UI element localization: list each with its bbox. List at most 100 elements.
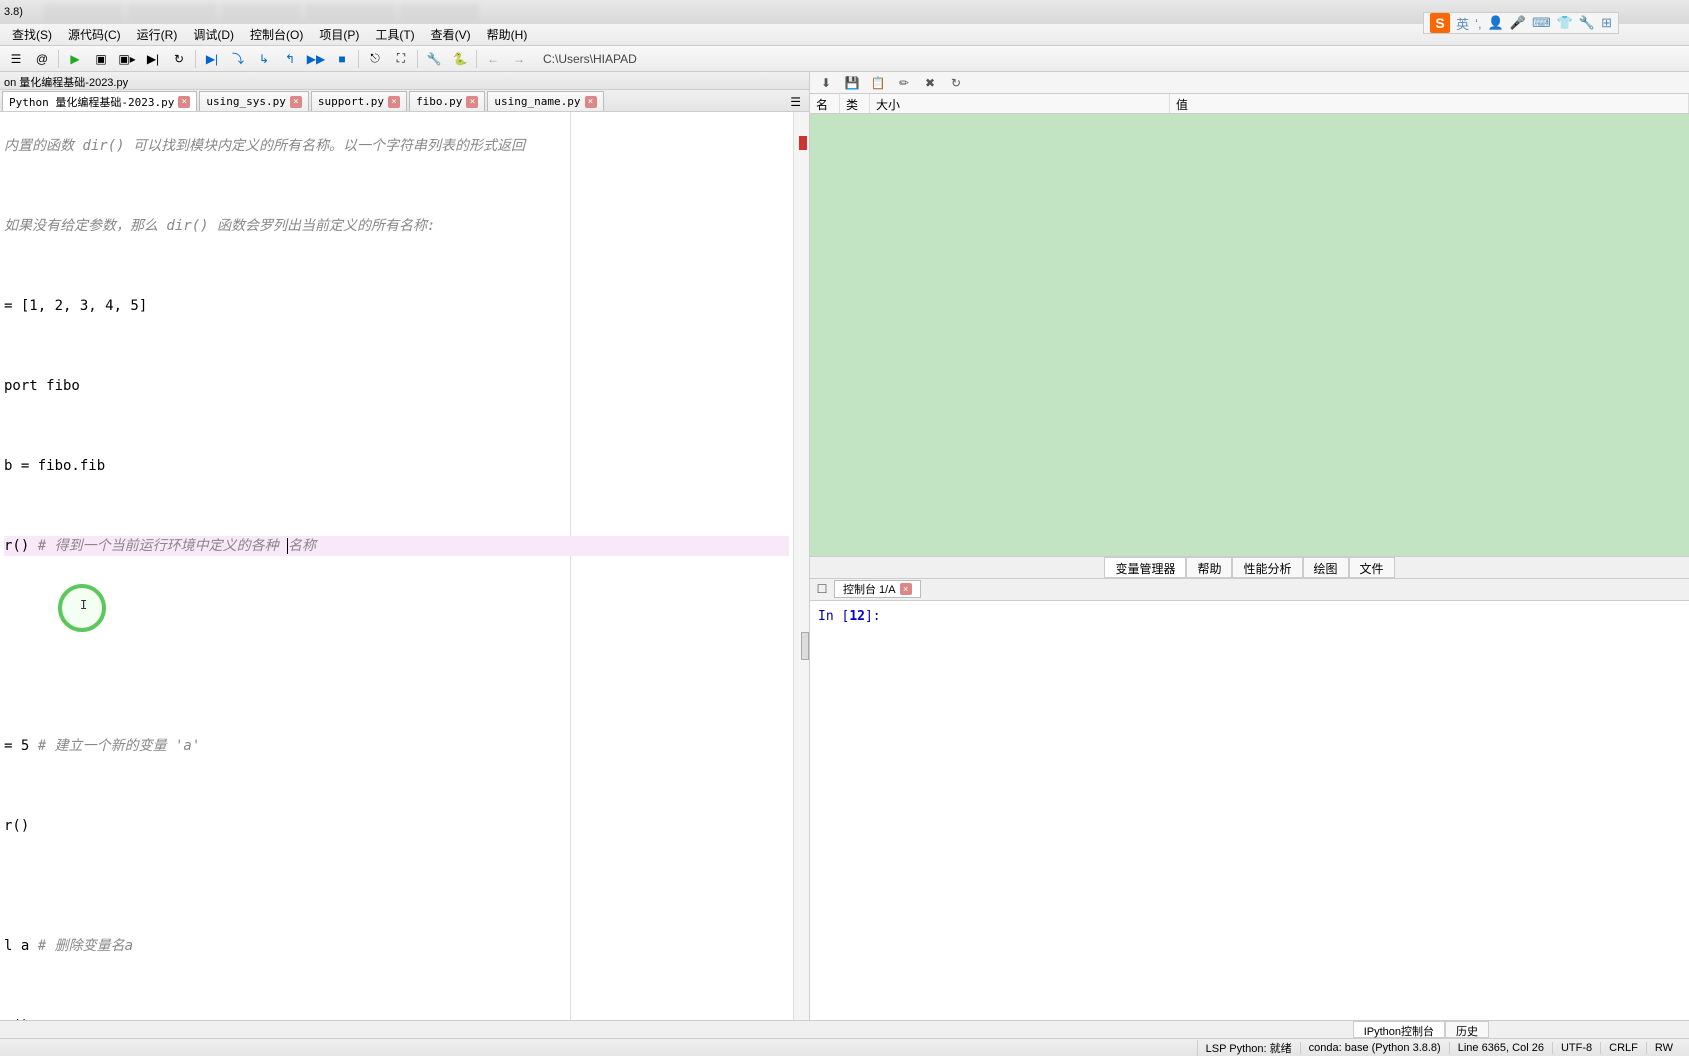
- ime-panel[interactable]: S 英 ‘, 👤 🎤 ⌨ 👕 🔧 ⊞: [1423, 12, 1619, 34]
- code-editor[interactable]: 内置的函数 dir() 可以找到模块内定义的所有名称。以一个字符串列表的形式返回…: [0, 112, 809, 1020]
- variable-header: 名称 类型 大小 值: [810, 94, 1689, 114]
- menu-tools[interactable]: 工具(T): [367, 24, 422, 45]
- menu-run[interactable]: 运行(R): [129, 24, 186, 45]
- console-menu-icon[interactable]: ☐: [814, 581, 830, 597]
- run-cell-button[interactable]: ▣: [89, 48, 113, 70]
- forward-button[interactable]: →: [507, 48, 531, 70]
- ime-lang[interactable]: 英: [1456, 14, 1469, 33]
- console-output[interactable]: In [12]:: [810, 601, 1689, 1021]
- erase-icon[interactable]: ✏: [896, 75, 912, 91]
- ime-user-icon[interactable]: 👤: [1488, 15, 1504, 31]
- ime-grid-icon[interactable]: ⊞: [1601, 15, 1612, 31]
- remove-icon[interactable]: ✖: [922, 75, 938, 91]
- error-marker[interactable]: [799, 136, 807, 150]
- editor-tabs: Python 量化编程基础-2023.py × using_sys.py × s…: [0, 90, 809, 112]
- debug-button[interactable]: ▶|: [200, 48, 224, 70]
- stop-button[interactable]: ■: [330, 48, 354, 70]
- menu-view[interactable]: 查看(V): [423, 24, 479, 45]
- tab-fibo[interactable]: fibo.py ×: [409, 91, 485, 111]
- status-encoding[interactable]: UTF-8: [1552, 1042, 1600, 1054]
- tab-plots[interactable]: 绘图: [1303, 557, 1349, 578]
- step-into-button[interactable]: ↳: [252, 48, 276, 70]
- ime-punct[interactable]: ‘,: [1475, 16, 1482, 31]
- code-text: r(): [4, 1018, 29, 1020]
- continue-button[interactable]: ▶▶: [304, 48, 328, 70]
- save-icon[interactable]: 💾: [844, 75, 860, 91]
- tab-main-file[interactable]: Python 量化编程基础-2023.py ×: [2, 91, 197, 111]
- import-icon[interactable]: ⬇: [818, 75, 834, 91]
- statusbar: LSP Python: 就绪 conda: base (Python 3.8.8…: [0, 1038, 1689, 1056]
- menu-source[interactable]: 源代码(C): [60, 24, 129, 45]
- menu-project[interactable]: 项目(P): [311, 24, 367, 45]
- close-icon[interactable]: ×: [466, 96, 478, 108]
- run-selection-button[interactable]: ▶|: [141, 48, 165, 70]
- ime-skin-icon[interactable]: 👕: [1557, 15, 1573, 31]
- var-col-size[interactable]: 大小: [870, 94, 1170, 113]
- status-lsp[interactable]: LSP Python: 就绪: [1197, 1040, 1300, 1056]
- menu-find[interactable]: 查找(S): [4, 24, 60, 45]
- run-button[interactable]: ▶: [63, 48, 87, 70]
- editor-options-icon[interactable]: ☰: [784, 93, 807, 111]
- code-text: port fibo: [4, 378, 80, 394]
- tool-outline-icon[interactable]: ☰: [4, 48, 28, 70]
- step-over-button[interactable]: ⤵: [226, 48, 250, 70]
- var-col-value[interactable]: 值: [1170, 94, 1689, 113]
- tool-at-icon[interactable]: @: [30, 48, 54, 70]
- editor-pane: on 量化编程基础-2023.py Python 量化编程基础-2023.py …: [0, 72, 810, 1020]
- right-pane-tabs: 变量管理器 帮助 性能分析 绘图 文件: [810, 556, 1689, 578]
- bottom-tabs: IPython控制台 历史: [0, 1020, 1689, 1038]
- tool-exit-icon[interactable]: ⎋: [363, 48, 387, 70]
- python-path-button[interactable]: 🐍: [448, 48, 472, 70]
- status-eol[interactable]: CRLF: [1600, 1042, 1646, 1054]
- menu-help[interactable]: 帮助(H): [479, 24, 536, 45]
- status-position[interactable]: Line 6365, Col 26: [1449, 1042, 1552, 1054]
- step-out-button[interactable]: ↰: [278, 48, 302, 70]
- refresh-icon[interactable]: ↻: [948, 75, 964, 91]
- rerun-button[interactable]: ↻: [167, 48, 191, 70]
- back-button[interactable]: ←: [481, 48, 505, 70]
- close-icon[interactable]: ×: [900, 583, 912, 595]
- sogou-icon[interactable]: S: [1430, 13, 1450, 33]
- main-area: on 量化编程基础-2023.py Python 量化编程基础-2023.py …: [0, 72, 1689, 1020]
- title-version: 3.8): [4, 6, 23, 18]
- console-pane: ☐ 控制台 1/A × In [12]:: [810, 578, 1689, 1021]
- right-pane: ⬇ 💾 📋 ✏ ✖ ↻ 名称 类型 大小 值 变量管理器 帮助 性能分析 绘图 …: [810, 72, 1689, 1020]
- close-icon[interactable]: ×: [388, 96, 400, 108]
- var-col-name[interactable]: 名称: [810, 94, 840, 113]
- code-comment: # 删除变量名a: [38, 938, 133, 954]
- status-conda[interactable]: conda: base (Python 3.8.8): [1300, 1042, 1449, 1054]
- var-col-type[interactable]: 类型: [840, 94, 870, 113]
- code-text: = 5: [4, 738, 38, 754]
- tab-variable-explorer[interactable]: 变量管理器: [1104, 557, 1186, 578]
- preferences-button[interactable]: 🔧: [422, 48, 446, 70]
- status-rw[interactable]: RW: [1646, 1042, 1681, 1054]
- close-icon[interactable]: ×: [290, 96, 302, 108]
- ime-keyboard-icon[interactable]: ⌨: [1532, 15, 1551, 31]
- splitter-handle[interactable]: [801, 632, 809, 660]
- menu-console[interactable]: 控制台(O): [242, 24, 311, 45]
- code-text: = [1, 2, 3, 4, 5]: [4, 298, 147, 314]
- console-tab-1[interactable]: 控制台 1/A ×: [834, 580, 921, 598]
- ime-toolbox-icon[interactable]: 🔧: [1579, 15, 1595, 31]
- variable-list[interactable]: [810, 114, 1689, 556]
- console-prompt: In [: [818, 609, 849, 624]
- tab-files[interactable]: 文件: [1349, 557, 1395, 578]
- code-comment: 如果没有给定参数，那么 dir() 函数会罗列出当前定义的所有名称:: [4, 218, 435, 234]
- ime-mic-icon[interactable]: 🎤: [1510, 15, 1526, 31]
- code-text: r(): [4, 818, 29, 834]
- run-cell-advance-button[interactable]: ▣▸: [115, 48, 139, 70]
- tab-using-name[interactable]: using_name.py ×: [487, 91, 603, 111]
- tab-using-sys[interactable]: using_sys.py ×: [199, 91, 308, 111]
- tool-maximize-icon[interactable]: ⛶: [389, 48, 413, 70]
- menu-debug[interactable]: 调试(D): [185, 24, 242, 45]
- tab-support[interactable]: support.py ×: [311, 91, 407, 111]
- editor-scrollbar[interactable]: [793, 112, 809, 1020]
- tab-ipython-console[interactable]: IPython控制台: [1353, 1021, 1445, 1038]
- tab-profiler[interactable]: 性能分析: [1232, 557, 1302, 578]
- working-dir[interactable]: C:\Users\HIAPAD: [543, 52, 637, 66]
- close-icon[interactable]: ×: [585, 96, 597, 108]
- close-icon[interactable]: ×: [178, 96, 190, 108]
- tab-help[interactable]: 帮助: [1186, 557, 1232, 578]
- tab-history[interactable]: 历史: [1445, 1021, 1489, 1038]
- save-as-icon[interactable]: 📋: [870, 75, 886, 91]
